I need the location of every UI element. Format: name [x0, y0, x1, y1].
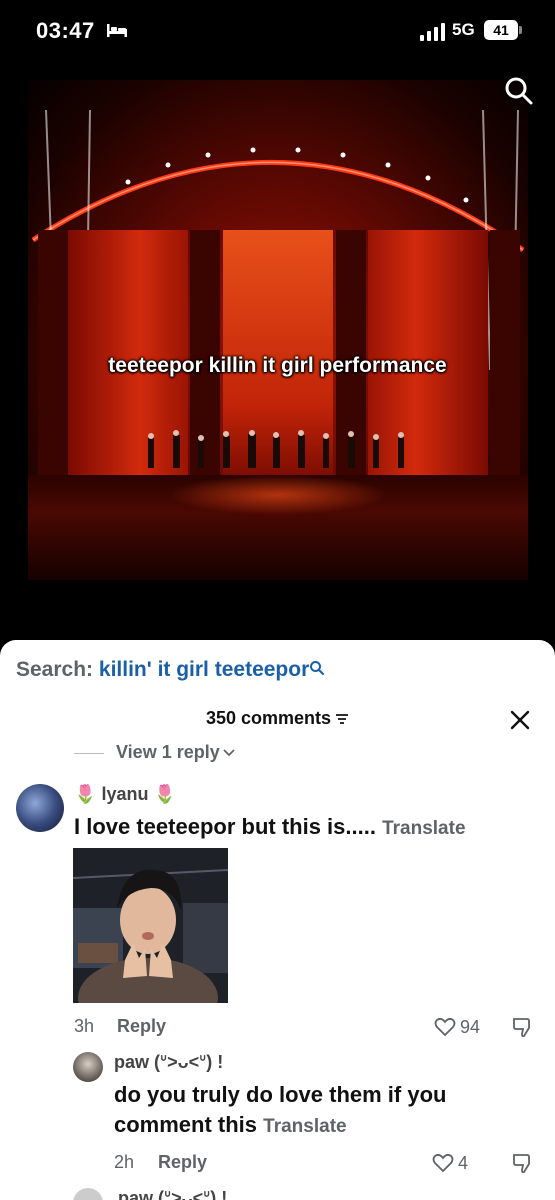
search-icon[interactable]: [504, 76, 534, 106]
search-query-link[interactable]: killin' it girl teeteepor: [99, 658, 309, 681]
search-suggestion[interactable]: Search: killin' it girl teeteepor: [16, 658, 325, 682]
reply-text-line2: comment this Translate: [114, 1112, 347, 1138]
comment-body: I love teeteepor but this is.....: [74, 814, 376, 839]
reply-text-line1: do you truly do love them if you: [114, 1082, 447, 1107]
tulip-emoji: 🌷: [153, 784, 176, 804]
network-type: 5G: [452, 20, 475, 39]
comment-text: I love teeteepor but this is..... Transl…: [74, 814, 466, 840]
avatar[interactable]: [16, 784, 64, 832]
search-small-icon: [310, 661, 325, 675]
dancers-silhouette: [148, 430, 404, 468]
like-button[interactable]: 94: [434, 1016, 504, 1038]
heart-icon: [434, 1018, 456, 1037]
video-player[interactable]: [28, 80, 528, 580]
video-caption: teeteepor killin it girl performance: [108, 354, 447, 377]
next-reply-username[interactable]: paw (ᐡ˃ᴗ˂ᐡ) !: [118, 1188, 227, 1200]
reply-avatar[interactable]: [73, 1052, 103, 1082]
next-reply-avatar[interactable]: [73, 1188, 103, 1200]
translate-button[interactable]: Translate: [382, 818, 465, 839]
view-replies-label: View 1 reply: [116, 742, 220, 762]
comment-time: 3h: [74, 1016, 95, 1036]
divider: [74, 752, 104, 754]
status-bar: 03:47 5G 41: [0, 0, 555, 64]
reply-username[interactable]: paw (ᐡ˃ᴗ˂ᐡ) !: [114, 1052, 223, 1073]
like-count: 94: [460, 1016, 481, 1037]
reply-button[interactable]: Reply: [158, 1152, 207, 1173]
comments-count: 350 comments: [205, 708, 332, 728]
reply-time: 2h: [114, 1152, 135, 1172]
sleep-focus-icon: [107, 24, 127, 37]
search-label: Search:: [16, 658, 94, 681]
comments-count-header[interactable]: 350 comments: [0, 708, 555, 729]
comments-sheet: Search: killin' it girl teeteepor 350 co…: [0, 640, 555, 1200]
chevron-down-icon: [223, 749, 235, 757]
view-replies-button[interactable]: View 1 reply: [74, 742, 235, 763]
like-count: 4: [458, 1152, 469, 1173]
dislike-icon[interactable]: [512, 1016, 534, 1038]
battery-icon: 41: [484, 20, 522, 40]
comment-image[interactable]: [73, 848, 228, 1003]
status-time: 03:47: [36, 18, 95, 43]
filter-icon: [336, 714, 349, 725]
tulip-emoji: 🌷: [74, 784, 97, 804]
reply-button[interactable]: Reply: [117, 1016, 166, 1037]
reply-body: comment this: [114, 1112, 258, 1137]
username-text: lyanu: [101, 784, 149, 804]
stage-floor-glow: [168, 475, 388, 515]
translate-button[interactable]: Translate: [263, 1116, 346, 1137]
dislike-icon[interactable]: [512, 1152, 534, 1174]
close-icon[interactable]: [508, 708, 532, 732]
cellular-signal-icon: [420, 23, 445, 41]
reply-meta: 2h Reply 4: [114, 1152, 544, 1176]
like-button[interactable]: 4: [432, 1152, 492, 1174]
comment-username[interactable]: 🌷 lyanu 🌷: [74, 784, 176, 805]
comment-photo: [73, 848, 228, 1003]
heart-icon: [432, 1154, 454, 1173]
comment-meta: 3h Reply 94: [74, 1016, 544, 1040]
